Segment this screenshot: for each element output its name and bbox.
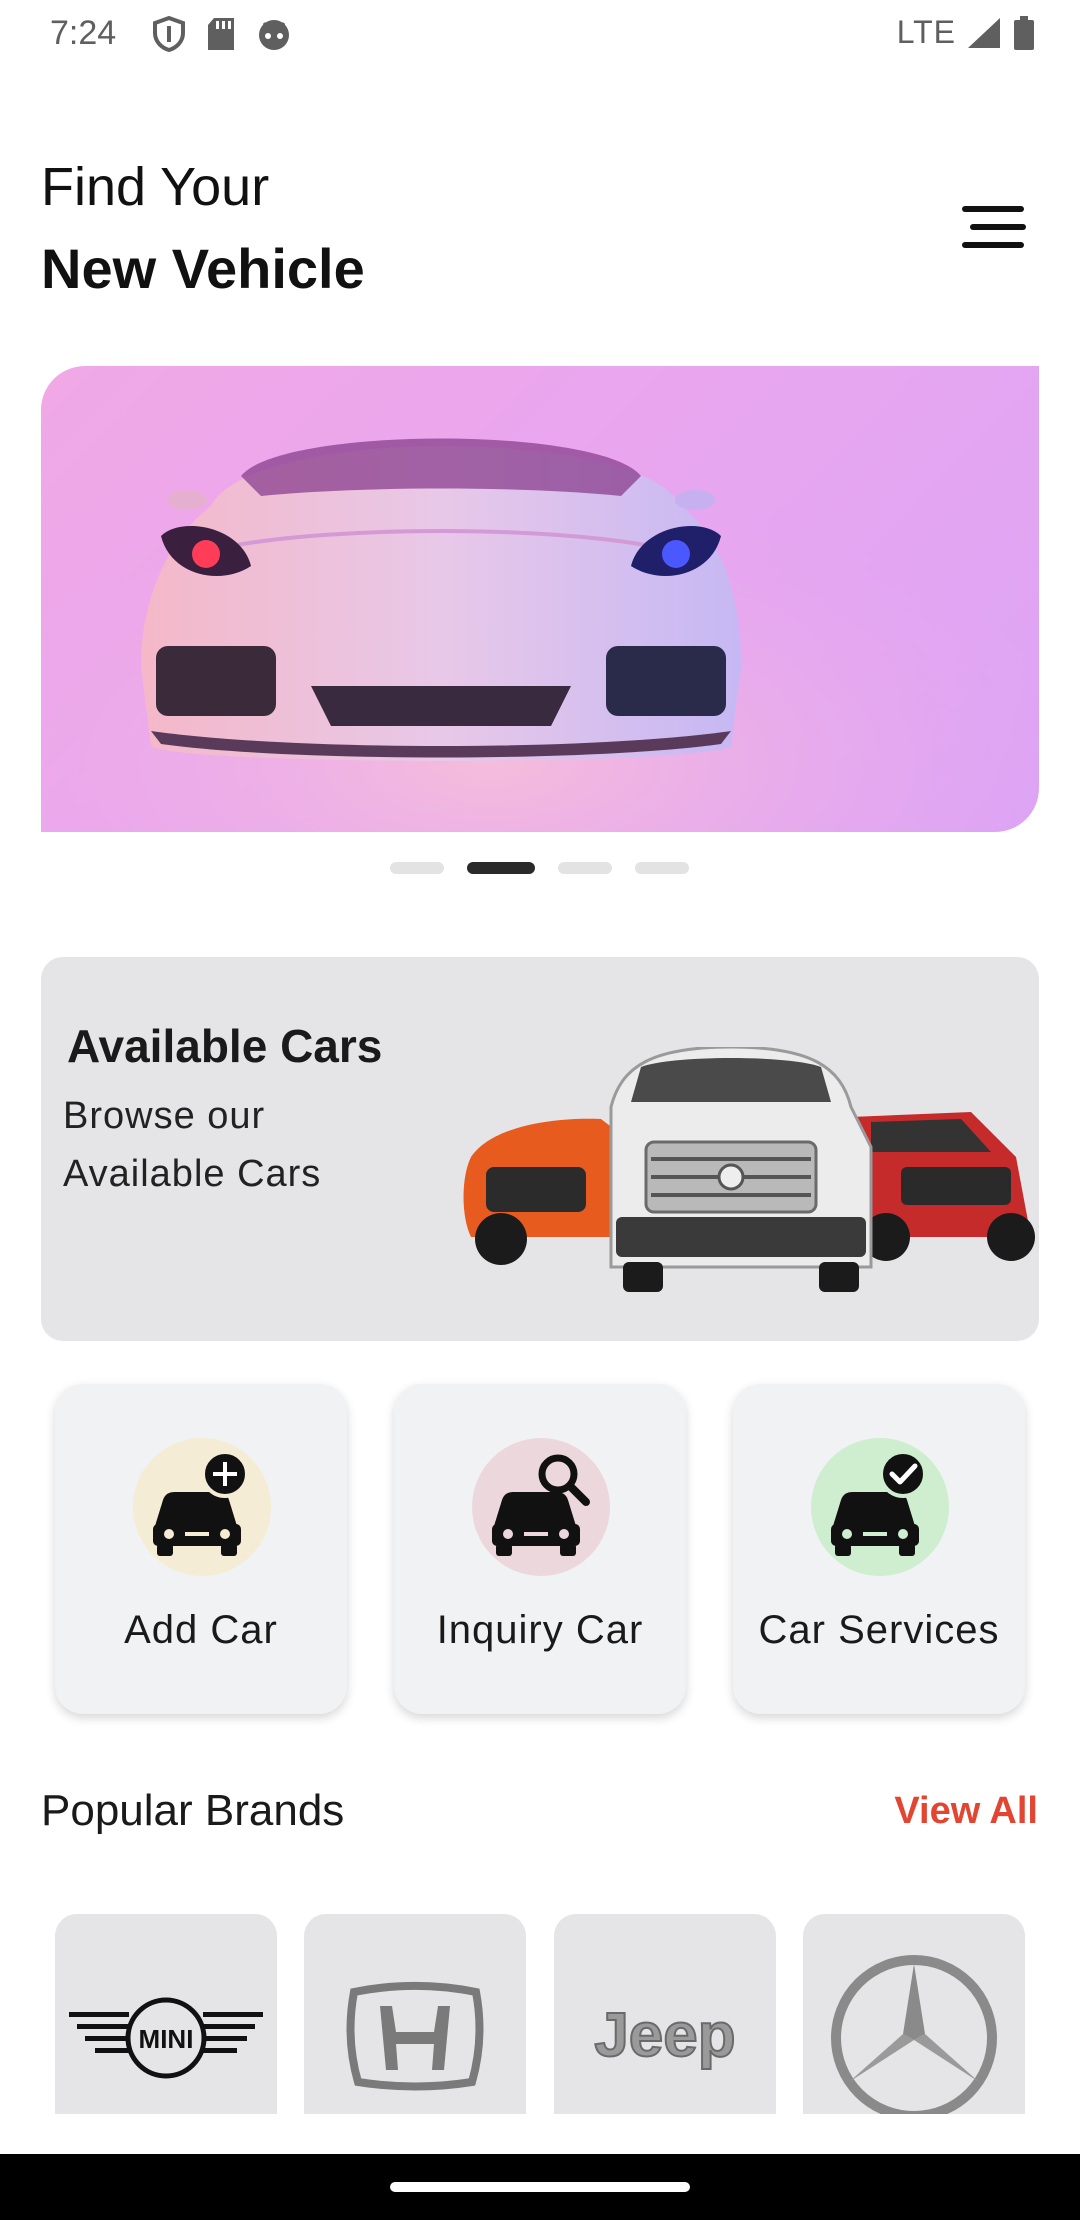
network-type: LTE (896, 14, 956, 50)
carousel-dot-active[interactable] (467, 862, 535, 874)
view-all-link[interactable]: View All (894, 1790, 1038, 1833)
add-car-icon-circle (133, 1438, 271, 1576)
menu-button[interactable] (960, 202, 1028, 252)
home-gesture-handle[interactable] (390, 2182, 690, 2192)
page-title-line2: New Vehicle (41, 237, 365, 300)
battery-icon (1012, 15, 1036, 51)
mercedes-logo (831, 1955, 997, 2114)
brand-jeep[interactable]: Jeep (554, 1914, 776, 2114)
menu-icon (962, 206, 1026, 248)
sd-card-icon (206, 17, 236, 51)
android-face-icon (256, 17, 292, 51)
car-services-label: Car Services (758, 1608, 1000, 1652)
shield-icon (152, 16, 186, 52)
inquiry-car-tile[interactable]: Inquiry Car (394, 1384, 686, 1714)
car-search-icon (472, 1438, 610, 1576)
car-services-icon-circle (811, 1438, 949, 1576)
car-check-icon (811, 1438, 949, 1576)
car-add-icon (133, 1438, 271, 1576)
car-services-tile[interactable]: Car Services (733, 1384, 1025, 1714)
jeep-logo: Jeep (593, 2000, 736, 2071)
available-cars-title: Available Cars (67, 1020, 383, 1072)
status-time: 7:24 (50, 14, 117, 52)
svg-text:MINI: MINI (139, 2024, 194, 2054)
popular-brands-title: Popular Brands (41, 1786, 345, 1835)
inquiry-car-label: Inquiry Car (436, 1608, 644, 1652)
inquiry-car-icon-circle (472, 1438, 610, 1576)
brand-mercedes[interactable] (803, 1914, 1025, 2114)
add-car-label: Add Car (124, 1608, 278, 1652)
sports-car-image (41, 366, 1039, 832)
hero-carousel[interactable] (41, 366, 1039, 832)
honda-logo (346, 1982, 484, 2091)
cars-group-image (463, 1047, 1035, 1292)
status-bar: 7:24 LTE (0, 0, 1080, 66)
brand-mini[interactable]: MINI (55, 1914, 277, 2114)
status-icons-left (152, 16, 292, 52)
brand-honda[interactable] (304, 1914, 526, 2114)
status-icons-right: LTE (897, 14, 1036, 51)
page-title-line1: Find Your (41, 157, 270, 217)
signal-icon (966, 16, 1002, 50)
system-nav-bar (0, 2154, 1080, 2220)
carousel-dot[interactable] (390, 862, 444, 874)
carousel-dot[interactable] (558, 862, 612, 874)
add-car-tile[interactable]: Add Car (55, 1384, 347, 1714)
available-cars-card[interactable]: Available Cars Browse our Available Cars (41, 957, 1039, 1341)
svg-text:Jeep: Jeep (594, 2001, 735, 2070)
available-cars-subtitle: Browse our Available Cars (63, 1095, 322, 1195)
carousel-indicators (0, 862, 1080, 876)
mini-logo: MINI (69, 1997, 263, 2079)
carousel-dot[interactable] (635, 862, 689, 874)
